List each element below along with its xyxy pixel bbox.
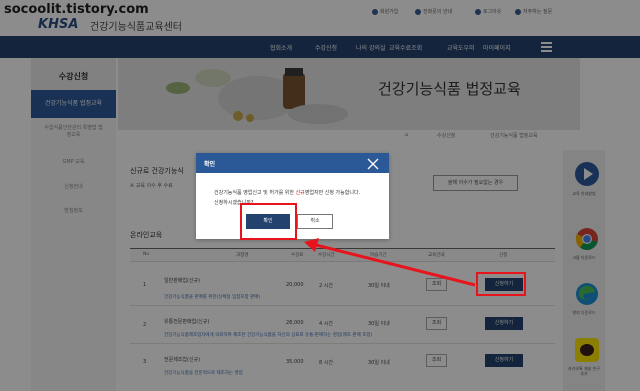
arrow-annotation xyxy=(304,238,476,287)
message-highlight: 신규 xyxy=(295,190,305,196)
highlight-box xyxy=(476,272,526,296)
dialog-header: 확인 xyxy=(196,153,389,173)
message-text: 건강기능식품 영업신고 및 허가를 위한 xyxy=(214,190,296,196)
page: socoolit.tistory.com KHSA 건강기능식품교육센터 회원가… xyxy=(0,0,640,391)
dialog-title: 확인 xyxy=(204,161,216,168)
message-text: 영업자만 신청 가능합니다. xyxy=(304,190,361,196)
highlight-box xyxy=(240,203,297,240)
cancel-button[interactable]: 취소 xyxy=(297,214,333,229)
close-icon[interactable] xyxy=(366,156,380,170)
